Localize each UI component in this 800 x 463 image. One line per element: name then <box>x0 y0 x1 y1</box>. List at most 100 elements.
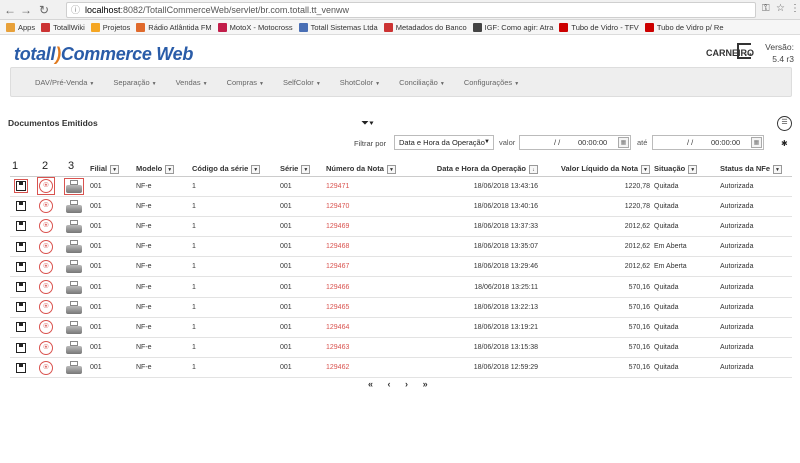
cell-numero-nota[interactable]: 129467 <box>324 256 416 278</box>
bookmark-item[interactable]: Rádio Atlântida FM <box>136 22 212 32</box>
cell-data-hora: 18/06/2018 13:43:16 <box>416 176 540 197</box>
save-icon[interactable] <box>10 216 32 238</box>
save-icon[interactable] <box>10 196 32 217</box>
menu-icon[interactable]: ⋮ <box>790 3 800 14</box>
pdf-icon[interactable]: ⍟ <box>32 276 60 298</box>
menu-item[interactable]: Separação ▼ <box>113 78 156 87</box>
save-icon[interactable] <box>10 357 32 379</box>
col-filial-header[interactable]: Filial ▼ <box>88 162 134 177</box>
print-icon[interactable] <box>60 276 88 298</box>
address-bar[interactable]: ⓘ localhost:8082/TotallCommerceWeb/servl… <box>66 2 756 18</box>
menu-item[interactable]: SelfColor ▼ <box>283 78 321 87</box>
cell-status: Autorizada <box>718 196 792 217</box>
menu-item[interactable]: ShotColor ▼ <box>340 78 380 87</box>
key-icon[interactable]: ⚿ <box>762 3 770 14</box>
cell-numero-nota[interactable]: 129464 <box>324 317 416 339</box>
cell-numero-nota[interactable]: 129463 <box>324 337 416 359</box>
print-icon[interactable] <box>60 317 88 339</box>
print-icon[interactable] <box>60 337 88 359</box>
pdf-icon[interactable]: ⍟ <box>32 337 60 359</box>
bookmark-item[interactable]: MotoX - Motocross <box>217 22 293 32</box>
next-page-button[interactable]: › <box>405 379 414 389</box>
cell-numero-nota[interactable]: 129470 <box>324 196 416 217</box>
calendar-icon[interactable]: ▦ <box>751 137 762 148</box>
bookmark-icon <box>41 22 51 32</box>
print-icon[interactable] <box>60 216 88 238</box>
reload-icon[interactable]: ↻ <box>36 2 52 18</box>
cell-numero-nota[interactable]: 129469 <box>324 216 416 238</box>
col-modelo-header[interactable]: Modelo ▼ <box>134 162 190 177</box>
gear-icon[interactable]: ✱ <box>781 139 788 148</box>
pdf-icon[interactable]: ⍟ <box>32 317 60 339</box>
col-codigo-serie-header[interactable]: Código da série ▼ <box>190 162 278 177</box>
bookmark-item[interactable]: Projetos <box>90 22 130 32</box>
bookmark-item[interactable]: TotallWiki <box>41 22 85 32</box>
print-icon[interactable] <box>60 357 88 379</box>
save-icon[interactable] <box>10 317 32 339</box>
bookmark-item[interactable]: Totall Sistemas Ltda <box>298 22 378 32</box>
logout-arrow-icon[interactable]: → <box>742 45 754 59</box>
pdf-icon[interactable]: ⍟ <box>32 297 60 318</box>
bookmark-item[interactable]: IGF: Como agir: Atra <box>472 22 553 32</box>
menu-item[interactable]: Configurações ▼ <box>464 78 519 87</box>
save-icon[interactable] <box>10 297 32 318</box>
save-icon[interactable] <box>10 236 32 258</box>
cell-modelo: NF-e <box>134 196 190 217</box>
bookmark-item[interactable]: Tubo de Vidro p/ Re <box>644 22 724 32</box>
bookmark-icon <box>136 22 146 32</box>
print-icon[interactable] <box>60 297 88 318</box>
col-data-hora-header[interactable]: Data e Hora da Operação ↓ <box>416 162 540 177</box>
cell-numero-nota[interactable]: 129466 <box>324 276 416 298</box>
cell-filial: 001 <box>88 297 134 318</box>
cell-serie: 001 <box>278 297 324 318</box>
pdf-icon[interactable]: ⍟ <box>32 196 60 217</box>
print-icon[interactable] <box>60 256 88 278</box>
menu-item[interactable]: Compras ▼ <box>227 78 264 87</box>
col-situacao-header[interactable]: Situação ▼ <box>652 162 718 177</box>
col-valor-header[interactable]: Valor Líquido da Nota ▼ <box>540 162 652 177</box>
save-icon[interactable] <box>10 276 32 298</box>
col-numero-nota-header[interactable]: Número da Nota ▼ <box>324 162 416 177</box>
back-icon[interactable]: ← <box>2 2 18 18</box>
filter-select[interactable]: Data e Hora da Operação ▼ <box>394 135 494 150</box>
calendar-icon[interactable]: ▦ <box>618 137 629 148</box>
cell-status: Autorizada <box>718 276 792 298</box>
cell-numero-nota[interactable]: 129468 <box>324 236 416 258</box>
date-from-field[interactable]: / / 00:00:00 ▦ <box>519 135 631 150</box>
caret-down-icon: ▼ <box>439 80 445 87</box>
col-serie-header[interactable]: Série ▼ <box>278 162 324 177</box>
save-icon[interactable] <box>10 337 32 359</box>
print-icon[interactable] <box>60 236 88 258</box>
caret-down-icon: ▼ <box>375 80 381 87</box>
save-icon[interactable] <box>10 256 32 278</box>
cell-numero-nota[interactable]: 129465 <box>324 297 416 318</box>
bookmark-item[interactable]: Apps <box>6 22 35 32</box>
bookmark-item[interactable]: Tubo de Vidro - TFV <box>559 22 639 32</box>
date-to-field[interactable]: / / 00:00:00 ▦ <box>652 135 764 150</box>
star-icon[interactable]: ☆ <box>776 3 785 14</box>
cell-numero-nota[interactable]: 129471 <box>324 176 416 197</box>
pdf-icon[interactable]: ⍟ <box>32 216 60 238</box>
pdf-icon[interactable]: ⍟ <box>32 357 60 379</box>
col-status-header[interactable]: Status da NFe ▼ <box>718 162 792 177</box>
menu-item[interactable]: Conciliação ▼ <box>399 78 445 87</box>
pdf-icon[interactable]: ⍟ <box>32 256 60 278</box>
pdf-icon[interactable]: ⍟ <box>32 236 60 258</box>
bookmark-item[interactable]: Metadados do Banco <box>383 22 467 32</box>
save-icon[interactable] <box>10 176 32 197</box>
cell-serie: 001 <box>278 276 324 298</box>
last-page-button[interactable]: » <box>423 379 434 389</box>
filter-icon[interactable]: ⏷▾ <box>361 118 374 129</box>
print-icon[interactable] <box>60 176 88 197</box>
menu-item[interactable]: DAV/Pré-Venda ▼ <box>35 78 94 87</box>
first-page-button[interactable]: « <box>368 379 379 389</box>
info-icon[interactable]: ⓘ <box>71 3 80 17</box>
prev-page-button[interactable]: ‹ <box>388 379 397 389</box>
pdf-icon[interactable]: ⍟ <box>32 176 60 197</box>
forward-icon[interactable]: → <box>18 2 34 18</box>
print-icon[interactable] <box>60 196 88 217</box>
menu-item[interactable]: Vendas ▼ <box>176 78 208 87</box>
grid-settings-button[interactable]: ☰ <box>777 116 792 131</box>
cell-numero-nota[interactable]: 129462 <box>324 357 416 379</box>
cell-codigo-serie: 1 <box>190 256 278 278</box>
